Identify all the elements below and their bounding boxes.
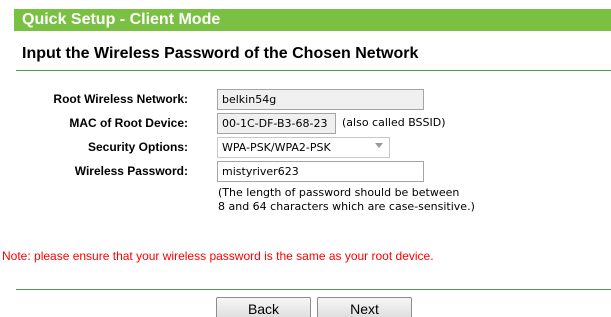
root-network-field: belkin54g bbox=[217, 89, 424, 110]
top-divider bbox=[16, 70, 611, 71]
security-select-value: WPA-PSK/WPA2-PSK bbox=[222, 141, 331, 154]
warning-note: Note: please ensure that your wireless p… bbox=[2, 249, 434, 263]
password-help-line1: (The length of password should be betwee… bbox=[218, 186, 460, 199]
password-label: Wireless Password: bbox=[74, 164, 188, 178]
chevron-down-icon bbox=[375, 143, 383, 148]
section-subtitle: Input the Wireless Password of the Chose… bbox=[22, 45, 419, 62]
page-title: Quick Setup - Client Mode bbox=[22, 11, 221, 28]
bottom-divider bbox=[16, 289, 611, 290]
root-network-label: Root Wireless Network: bbox=[53, 92, 188, 106]
wireless-password-input[interactable]: mistyriver623 bbox=[217, 161, 424, 182]
security-select[interactable]: WPA-PSK/WPA2-PSK bbox=[217, 137, 390, 158]
next-button[interactable]: Next bbox=[317, 297, 412, 317]
mac-label: MAC of Root Device: bbox=[69, 116, 188, 130]
mac-hint: (also called BSSID) bbox=[342, 116, 446, 129]
security-label: Security Options: bbox=[87, 140, 188, 154]
password-help-line2: 8 and 64 characters which are case-sensi… bbox=[218, 200, 475, 213]
back-button[interactable]: Back bbox=[216, 297, 311, 317]
mac-field: 00-1C-DF-B3-68-23 bbox=[217, 113, 336, 134]
quick-setup-page: Quick Setup - Client Mode Input the Wire… bbox=[0, 0, 611, 317]
